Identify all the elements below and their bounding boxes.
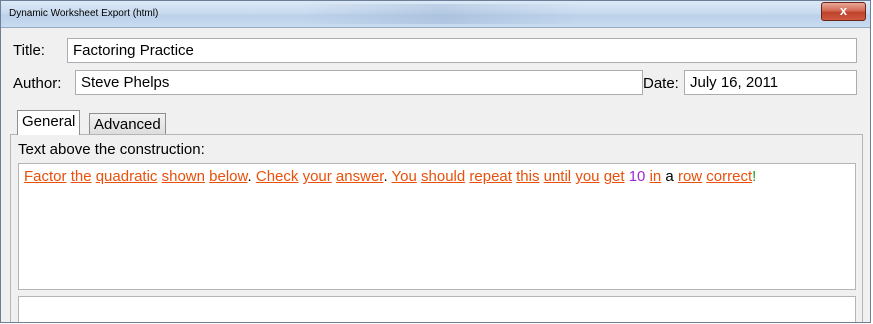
plain-text: a bbox=[661, 168, 678, 185]
date-field-value: July 16, 2011 bbox=[690, 74, 779, 91]
title-bar[interactable]: Dynamic Worksheet Export (html) x bbox=[1, 1, 870, 28]
spellcheck-word: Check bbox=[255, 168, 299, 185]
title-field-value: Factoring Practice bbox=[73, 42, 194, 59]
tab-general-label: General bbox=[22, 113, 76, 130]
text-above-editor[interactable]: Factor the quadratic shown below. Check … bbox=[18, 163, 856, 290]
general-panel: Text above the construction: Factor the … bbox=[10, 134, 863, 322]
date-label: Date: bbox=[643, 75, 679, 92]
tab-general[interactable]: General bbox=[17, 110, 81, 135]
spellcheck-word: your bbox=[302, 168, 332, 185]
spellcheck-word: in bbox=[649, 168, 662, 185]
plain-text: . bbox=[383, 168, 392, 185]
spellcheck-word: below bbox=[209, 168, 248, 185]
author-label: Author: bbox=[13, 75, 62, 92]
spellcheck-word: until bbox=[543, 168, 572, 185]
exclamation-text: ! bbox=[752, 168, 757, 185]
text-above-content: Factor the quadratic shown below. Check … bbox=[24, 167, 854, 186]
author-field-value: Steve Phelps bbox=[81, 74, 170, 91]
spellcheck-word: repeat bbox=[469, 168, 512, 185]
title-bar-gradient bbox=[301, 4, 581, 24]
date-field[interactable]: July 16, 2011 bbox=[684, 70, 857, 95]
author-field[interactable]: Steve Phelps bbox=[75, 70, 643, 95]
spellcheck-word: this bbox=[516, 168, 540, 185]
tab-advanced-label: Advanced bbox=[94, 116, 161, 133]
spellcheck-word: the bbox=[70, 168, 92, 185]
spellcheck-word: answer bbox=[335, 168, 384, 185]
spellcheck-word: quadratic bbox=[95, 168, 158, 185]
spellcheck-word: you bbox=[575, 168, 600, 185]
dialog-content: Title: Factoring Practice Author: Steve … bbox=[10, 28, 863, 322]
spellcheck-word: shown bbox=[161, 168, 205, 185]
spellcheck-word: row bbox=[677, 168, 703, 185]
plain-text: . bbox=[247, 168, 256, 185]
close-icon: x bbox=[839, 3, 848, 18]
spellcheck-word: should bbox=[421, 168, 466, 185]
spellcheck-word: Factor bbox=[24, 168, 67, 185]
spellcheck-word: correct bbox=[706, 168, 753, 185]
title-label: Title: bbox=[13, 42, 45, 59]
window-title: Dynamic Worksheet Export (html) bbox=[9, 8, 159, 19]
text-above-label: Text above the construction: bbox=[18, 141, 205, 158]
export-dialog: Dynamic Worksheet Export (html) x Title:… bbox=[0, 0, 871, 323]
spellcheck-word: get bbox=[603, 168, 625, 185]
tab-advanced[interactable]: Advanced bbox=[89, 113, 166, 135]
spellcheck-word: You bbox=[391, 168, 417, 185]
number-text: 10 bbox=[628, 168, 646, 185]
close-button[interactable]: x bbox=[821, 2, 866, 21]
text-below-editor[interactable] bbox=[18, 296, 856, 322]
title-field[interactable]: Factoring Practice bbox=[67, 38, 857, 63]
